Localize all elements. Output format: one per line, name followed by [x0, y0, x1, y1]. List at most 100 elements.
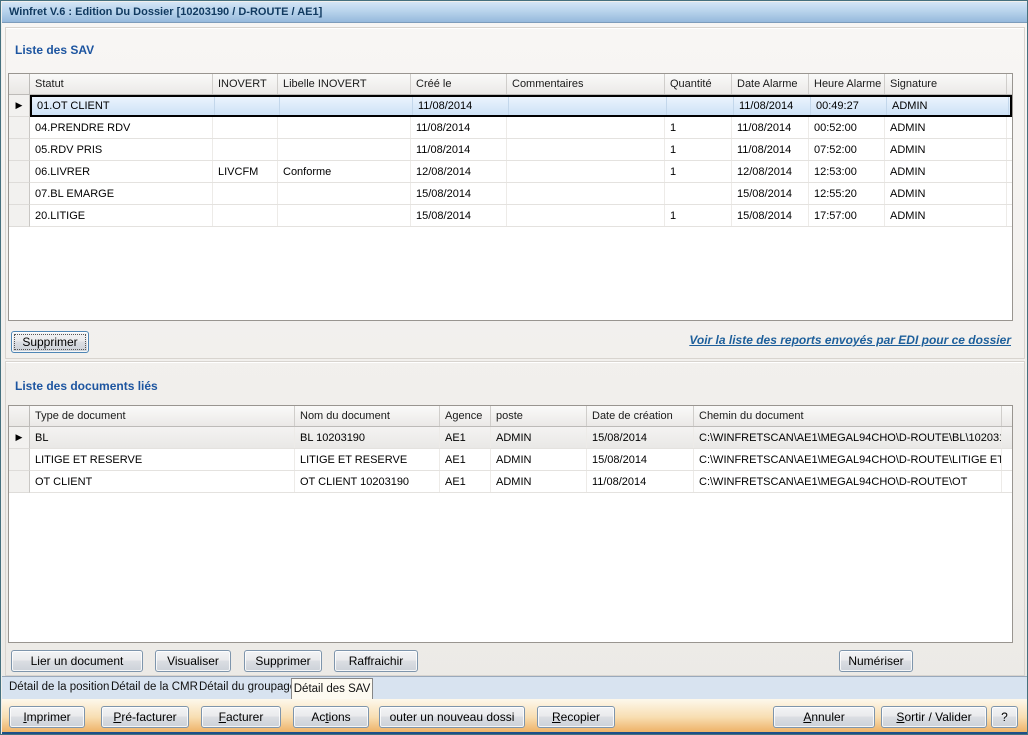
cell[interactable]: 05.RDV PRIS [30, 139, 213, 160]
row-selector[interactable] [9, 449, 30, 471]
cell[interactable]: 15/08/2014 [587, 427, 694, 448]
cell[interactable]: 15/08/2014 [732, 183, 809, 204]
cell[interactable] [507, 205, 665, 226]
sav-row[interactable]: 20.LITIGE15/08/2014115/08/201417:57:00AD… [9, 205, 1012, 227]
cell[interactable]: 20.LITIGE [30, 205, 213, 226]
docs-row[interactable]: ▶BLBL 10203190AE1ADMIN15/08/2014C:\WINFR… [9, 427, 1012, 449]
cell[interactable]: BL [30, 427, 295, 448]
column-header[interactable]: Nom du document [295, 406, 440, 426]
add-dossier-button[interactable]: outer un nouveau dossi [379, 706, 525, 728]
cell[interactable]: 15/08/2014 [411, 205, 507, 226]
cell[interactable]: 11/08/2014 [411, 117, 507, 138]
cell[interactable]: AE1 [440, 427, 491, 448]
row-selector[interactable] [9, 117, 30, 139]
column-header[interactable]: INOVERT [213, 74, 278, 94]
delete-sav-button[interactable]: Supprimer [11, 331, 89, 353]
docs-row[interactable]: OT CLIENTOT CLIENT 10203190AE1ADMIN11/08… [9, 471, 1012, 493]
cell[interactable]: 11/08/2014 [587, 471, 694, 492]
row-selector[interactable] [9, 161, 30, 183]
current-row-arrow[interactable]: ▶ [9, 95, 30, 117]
cell[interactable]: 11/08/2014 [411, 139, 507, 160]
cell[interactable]: LIVCFM [213, 161, 278, 182]
cell[interactable] [507, 183, 665, 204]
link-document-button[interactable]: Lier un document [11, 650, 143, 672]
cell[interactable]: C:\WINFRETSCAN\AE1\MEGAL94CHO\D-ROUTE\BL… [694, 427, 1002, 448]
row-selector[interactable] [9, 139, 30, 161]
cell[interactable] [278, 117, 411, 138]
cell[interactable]: 00:49:27 [811, 97, 887, 115]
cell[interactable]: AE1 [440, 471, 491, 492]
refresh-button[interactable]: Raffraichir [334, 650, 418, 672]
cell[interactable]: 15/08/2014 [587, 449, 694, 470]
help-button[interactable]: ? [991, 706, 1018, 728]
cell[interactable]: 1 [665, 161, 732, 182]
cell[interactable]: 11/08/2014 [732, 139, 809, 160]
cell[interactable] [507, 117, 665, 138]
cell[interactable] [509, 97, 667, 115]
current-row-arrow[interactable]: ▶ [9, 427, 30, 449]
cell[interactable]: 1 [665, 117, 732, 138]
cell[interactable] [667, 97, 734, 115]
cell[interactable]: ADMIN [887, 97, 1009, 115]
cell[interactable]: 12/08/2014 [732, 161, 809, 182]
cell[interactable] [213, 205, 278, 226]
docs-table[interactable]: Type de documentNom du documentAgencepos… [8, 405, 1013, 643]
column-header[interactable]: poste [491, 406, 587, 426]
cell[interactable]: 11/08/2014 [413, 97, 509, 115]
cell[interactable]: 15/08/2014 [732, 205, 809, 226]
cell[interactable]: C:\WINFRETSCAN\AE1\MEGAL94CHO\D-ROUTE\LI… [694, 449, 1002, 470]
cell[interactable] [213, 183, 278, 204]
cell[interactable]: 12:53:00 [809, 161, 885, 182]
column-header[interactable]: Type de document [30, 406, 295, 426]
cell[interactable]: ADMIN [491, 427, 587, 448]
tab-detail-position[interactable]: Détail de la position [9, 681, 109, 693]
cell[interactable]: 1 [665, 139, 732, 160]
cell[interactable] [278, 139, 411, 160]
row-selector[interactable] [9, 471, 30, 493]
column-header[interactable]: Statut [30, 74, 213, 94]
cell[interactable] [665, 183, 732, 204]
sav-row[interactable]: 06.LIVRERLIVCFMConforme12/08/2014112/08/… [9, 161, 1012, 183]
column-header[interactable]: Date de création [587, 406, 694, 426]
cell[interactable] [213, 117, 278, 138]
cell[interactable] [213, 139, 278, 160]
cell[interactable]: 01.OT CLIENT [32, 97, 215, 115]
cell[interactable]: Conforme [278, 161, 411, 182]
cell[interactable]: 15/08/2014 [411, 183, 507, 204]
sav-row[interactable]: 07.BL EMARGE15/08/201415/08/201412:55:20… [9, 183, 1012, 205]
edi-reports-link[interactable]: Voir la liste des reports envoyés par ED… [689, 333, 1011, 347]
cell[interactable]: ADMIN [885, 117, 1007, 138]
cell[interactable]: ADMIN [885, 183, 1007, 204]
cell[interactable]: AE1 [440, 449, 491, 470]
cell[interactable]: BL 10203190 [295, 427, 440, 448]
cell[interactable] [278, 205, 411, 226]
sav-row[interactable]: ▶01.OT CLIENT11/08/201411/08/201400:49:2… [9, 95, 1012, 117]
cell[interactable] [215, 97, 280, 115]
cell[interactable]: LITIGE ET RESERVE [295, 449, 440, 470]
cell[interactable] [507, 161, 665, 182]
column-header[interactable]: Quantité [665, 74, 732, 94]
cell[interactable]: 1 [665, 205, 732, 226]
cell[interactable]: OT CLIENT [30, 471, 295, 492]
print-button[interactable]: Imprimer [9, 706, 85, 728]
tab-detail-sav[interactable]: Détail des SAV [291, 678, 373, 699]
delete-document-button[interactable]: Supprimer [244, 650, 322, 672]
column-header[interactable]: Heure Alarme [809, 74, 885, 94]
column-header[interactable]: Agence [440, 406, 491, 426]
cell[interactable]: 06.LIVRER [30, 161, 213, 182]
view-document-button[interactable]: Visualiser [155, 650, 231, 672]
cell[interactable]: OT CLIENT 10203190 [295, 471, 440, 492]
column-header[interactable]: Créé le [411, 74, 507, 94]
column-header[interactable]: Libelle INOVERT [278, 74, 411, 94]
row-selector[interactable] [9, 205, 30, 227]
invoice-button[interactable]: Facturer [201, 706, 281, 728]
tab-detail-cmr[interactable]: Détail de la CMR [111, 681, 198, 693]
cell[interactable]: 07.BL EMARGE [30, 183, 213, 204]
cell[interactable] [280, 97, 413, 115]
copy-button[interactable]: Recopier [537, 706, 615, 728]
cell[interactable]: 11/08/2014 [734, 97, 811, 115]
cell[interactable]: ADMIN [885, 161, 1007, 182]
title-bar[interactable]: Winfret V.6 : Edition Du Dossier [102031… [2, 2, 1027, 23]
cell[interactable]: 11/08/2014 [732, 117, 809, 138]
row-selector[interactable] [9, 183, 30, 205]
